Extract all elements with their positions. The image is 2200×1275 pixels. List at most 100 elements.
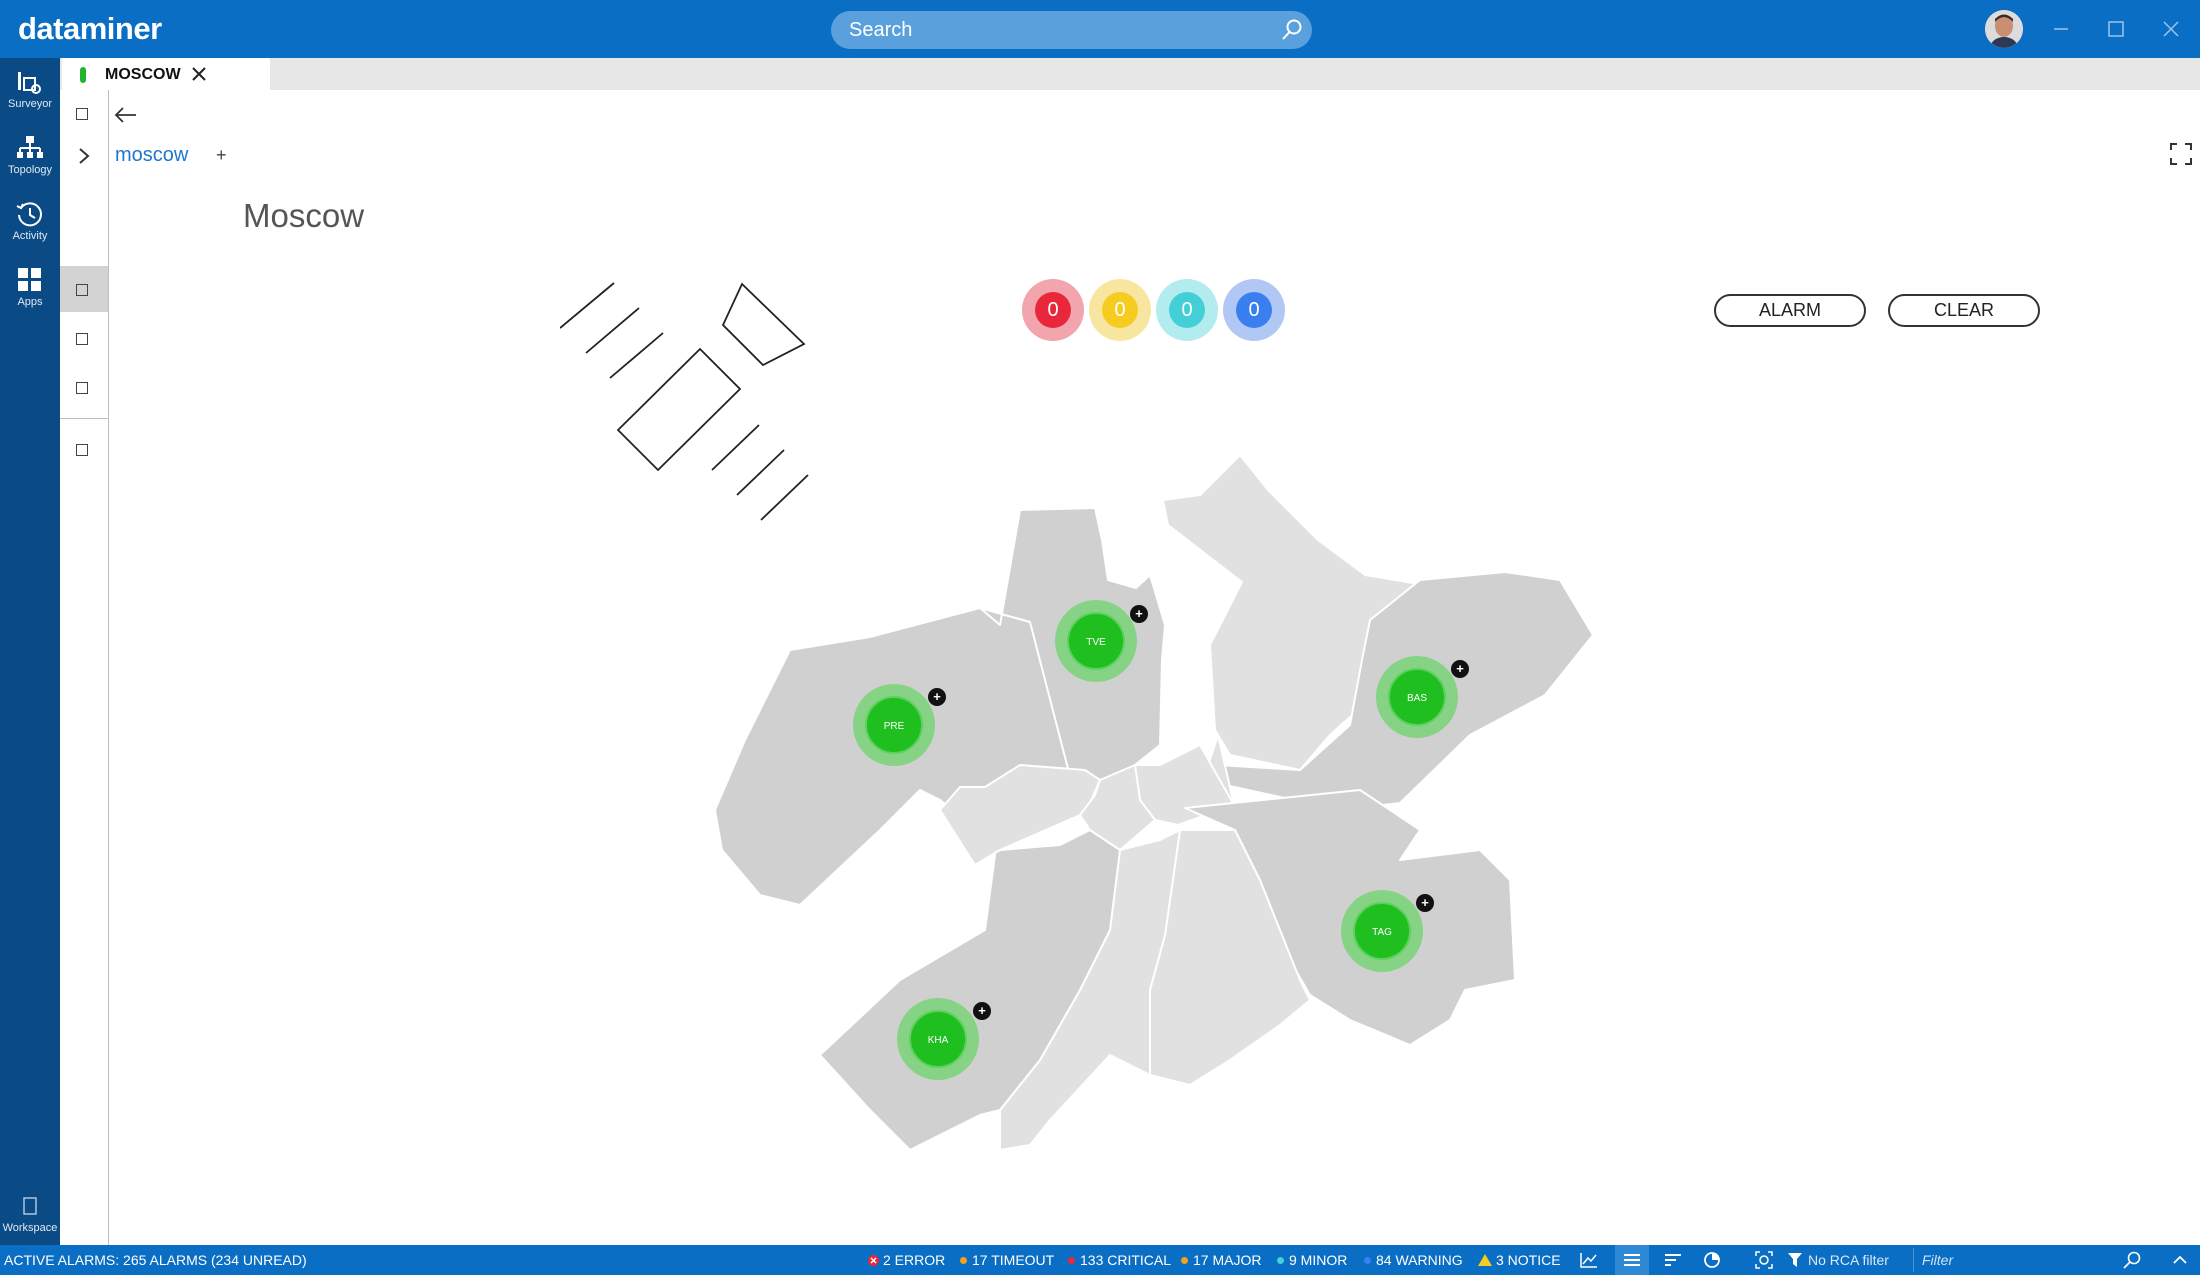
chevron-up-icon[interactable] [2170, 1251, 2190, 1269]
user-avatar[interactable] [1985, 10, 2023, 48]
pie-chart-icon[interactable] [1702, 1251, 1722, 1269]
svg-text:+: + [1421, 895, 1429, 910]
status-bar: ACTIVE ALARMS: 265 ALARMS (234 UNREAD) 2… [0, 1245, 2200, 1275]
page-button-2[interactable] [76, 333, 88, 345]
error-count[interactable]: 2 ERROR [868, 1252, 945, 1268]
major-dot [1181, 1257, 1188, 1264]
major-count-label: 17 MAJOR [1193, 1252, 1262, 1268]
active-alarms-summary[interactable]: ACTIVE ALARMS: 265 ALARMS (234 UNREAD) [4, 1252, 307, 1268]
panel-toggle-button[interactable] [76, 108, 88, 120]
sidebar-item-apps[interactable]: Apps [0, 260, 60, 322]
sidebar-item-topology[interactable]: Topology [0, 128, 60, 190]
district-code-bas: BAS [1407, 693, 1427, 704]
sidebar-item-activity[interactable]: Activity [0, 194, 60, 256]
rca-filter-label: No RCA filter [1808, 1252, 1889, 1268]
back-arrow-icon[interactable] [112, 104, 140, 126]
list-view-icon [1624, 1254, 1640, 1266]
sidebar-item-label: Surveyor [7, 98, 53, 110]
title-bar: dataminer [0, 0, 2200, 58]
trend-chart-icon[interactable] [1579, 1251, 1599, 1269]
sort-icon[interactable] [1663, 1251, 1683, 1269]
svg-text:+: + [1135, 606, 1143, 621]
warning-count-label: 84 WARNING [1376, 1252, 1463, 1268]
svg-text:+: + [978, 1003, 986, 1018]
clear-button[interactable]: CLEAR [1888, 294, 2040, 327]
alarm-filter-box[interactable] [1913, 1248, 2146, 1272]
avatar-image [1985, 10, 2023, 48]
minor-count-label: 9 MINOR [1289, 1252, 1348, 1268]
search-icon[interactable] [1280, 18, 1304, 42]
sidebar-item-label: Activity [12, 230, 48, 242]
critical-dot [1068, 1257, 1075, 1264]
critical-count-label: 133 CRITICAL [1080, 1252, 1172, 1268]
close-window-icon[interactable] [2156, 14, 2186, 44]
page-button-4[interactable] [76, 444, 88, 456]
filter-search-icon[interactable] [2122, 1250, 2142, 1270]
alarm-button[interactable]: ALARM [1714, 294, 1866, 327]
sidebar-item-label: Workspace [2, 1222, 58, 1234]
tab-moscow[interactable]: MOSCOW [62, 58, 270, 90]
surveyor-icon [18, 72, 41, 94]
breadcrumb-moscow[interactable]: moscow [115, 144, 188, 167]
warning-dot [1364, 1257, 1371, 1264]
minimize-icon[interactable] [2046, 14, 2076, 44]
svg-text:+: + [933, 689, 941, 704]
chevron-right-icon[interactable] [77, 147, 91, 165]
minor-alarm-counter[interactable]: 0 [1156, 279, 1218, 341]
moscow-district-map: PRE + TVE + BAS + TAG + KHA + [714, 454, 1594, 1151]
page-button-3[interactable] [76, 382, 88, 394]
sidebar-item-workspace[interactable]: Workspace [0, 1186, 60, 1248]
notice-icon [1478, 1254, 1492, 1266]
notice-count-label: 3 NOTICE [1496, 1252, 1561, 1268]
focus-icon[interactable] [1754, 1251, 1774, 1269]
tab-bar: MOSCOW [60, 58, 2200, 90]
critical-count[interactable]: 133 CRITICAL [1068, 1252, 1171, 1268]
maximize-icon[interactable] [2101, 14, 2131, 44]
notice-count[interactable]: 3 NOTICE [1478, 1252, 1561, 1268]
warning-alarm-count: 0 [1236, 292, 1272, 328]
panel-divider [60, 418, 108, 419]
page-tool-panel [60, 90, 109, 1245]
sidebar-item-label: Apps [17, 296, 43, 308]
funnel-icon [1788, 1253, 1802, 1267]
critical-alarm-count: 0 [1035, 292, 1071, 328]
warning-count[interactable]: 84 WARNING [1364, 1252, 1463, 1268]
major-count[interactable]: 17 MAJOR [1181, 1252, 1261, 1268]
district-code-tag: TAG [1372, 927, 1392, 938]
minor-alarm-count: 0 [1169, 292, 1205, 328]
search-box[interactable] [831, 11, 1312, 49]
page-button-1[interactable] [76, 284, 88, 296]
nav-sidebar: Surveyor Topology Activity Apps Workspac… [0, 58, 60, 1245]
timeout-dot [960, 1257, 967, 1264]
error-icon [868, 1255, 879, 1266]
sidebar-item-surveyor[interactable]: Surveyor [0, 62, 60, 124]
sidebar-item-label: Topology [7, 164, 53, 176]
alarm-filter-input[interactable] [1914, 1248, 2104, 1272]
add-page-button[interactable]: + [216, 145, 227, 166]
critical-alarm-counter[interactable]: 0 [1022, 279, 1084, 341]
district-code-tve: TVE [1086, 637, 1106, 648]
minor-dot [1277, 1257, 1284, 1264]
activity-icon [16, 202, 42, 227]
search-input[interactable] [849, 11, 1249, 49]
close-tab-icon[interactable] [190, 65, 208, 83]
tab-label: MOSCOW [105, 66, 181, 83]
timeout-count-label: 17 TIMEOUT [972, 1252, 1055, 1268]
timeout-count[interactable]: 17 TIMEOUT [960, 1252, 1054, 1268]
warning-alarm-counter[interactable]: 0 [1223, 279, 1285, 341]
rca-filter[interactable]: No RCA filter [1788, 1252, 1889, 1268]
apps-icon [18, 268, 41, 291]
app-logo: dataminer [18, 11, 162, 46]
tab-status-indicator [80, 67, 86, 83]
minor-count[interactable]: 9 MINOR [1277, 1252, 1347, 1268]
list-view-toggle[interactable] [1615, 1245, 1649, 1275]
major-alarm-counter[interactable]: 0 [1089, 279, 1151, 341]
error-count-label: 2 ERROR [883, 1252, 946, 1268]
workspace-icon [23, 1197, 37, 1215]
svg-text:+: + [1456, 661, 1464, 676]
district-code-kha: KHA [928, 1035, 949, 1046]
page-title: Moscow [243, 197, 365, 234]
fullscreen-icon[interactable] [2170, 143, 2192, 165]
major-alarm-count: 0 [1102, 292, 1138, 328]
topology-icon [17, 136, 43, 158]
